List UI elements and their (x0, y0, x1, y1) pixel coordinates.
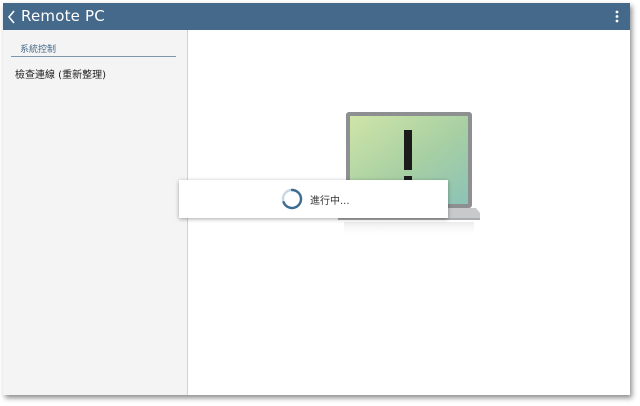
section-divider (11, 56, 176, 57)
laptop-alert-icon (338, 112, 480, 238)
overflow-menu-button[interactable] (610, 3, 624, 30)
app-title: Remote PC (21, 7, 105, 25)
app-bar: Remote PC (3, 3, 630, 30)
overflow-menu-icon (615, 10, 619, 23)
back-button[interactable] (3, 3, 21, 30)
loading-spinner-icon (281, 188, 303, 210)
sidebar-section-header: 系統控制 (20, 45, 57, 55)
sidebar-item-label: 檢查連線 (重新整理) (15, 70, 106, 81)
sidebar: 系統控制 檢查連線 (重新整理) (3, 30, 188, 395)
chevron-left-icon (7, 9, 15, 24)
progress-dialog: 進行中... (179, 180, 448, 218)
app-window: Remote PC 系統控制 檢查連線 (重新整理) 進行中... (3, 3, 630, 395)
sidebar-item-check-connection[interactable]: 檢查連線 (重新整理) (3, 63, 187, 83)
progress-message: 進行中... (310, 196, 350, 207)
